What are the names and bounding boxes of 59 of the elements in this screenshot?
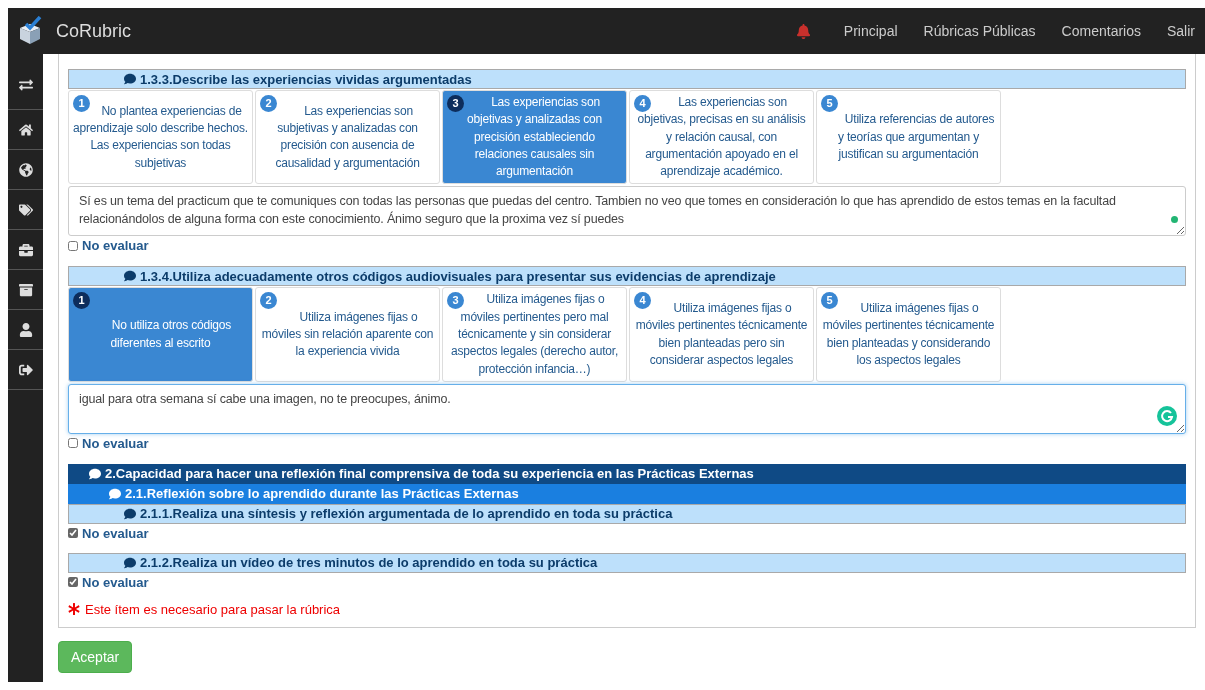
comment-icon [124,270,136,283]
comment-icon [124,507,136,520]
level-number: 1 [73,292,90,310]
logout-icon [18,362,33,377]
level-card[interactable]: 4 Las experiencias son objetivas, precisas en su análisis y relación causal, con argumentación apoyado en el aprendizaje académico. [629,90,814,185]
checkbox[interactable] [68,241,78,251]
briefcase-icon [18,242,33,257]
checkbox-label[interactable]: No evaluar [82,574,149,590]
header-title: 1.3.4.Utiliza adecuadamente otros códigos audiovisuales para presentar sus evidencias de aprendizaje [140,269,776,284]
user-icon [18,322,33,337]
header-title: 2.1.2.Realiza un vídeo de tres minutos de lo aprendido en toda su práctica [140,555,598,571]
required-note: Este ítem es necesario para pasar la rúbrica [85,601,341,617]
level-card[interactable]: 1 No utiliza otros códigos diferentes al escrito [68,287,253,382]
checkbox[interactable] [68,577,78,588]
header-title: 2.1.Reflexión sobre lo aprendido durante las Prácticas Externas [125,486,519,502]
level-card[interactable]: 4 Utiliza imágenes fijas o móviles pertinentes técnicamente bien planteadas pero sin considerar aspectos legales [629,287,814,382]
tags-icon [18,202,33,217]
checkbox-label[interactable]: No evaluar [82,525,149,541]
level-number: 3 [447,95,464,112]
header-title: 1.3.3.Describe las experiencias vividas argumentadas [140,71,472,87]
swap-icon [18,77,33,92]
level-number: 5 [821,292,838,310]
comment-icon [109,487,121,500]
checkbox-label[interactable]: No evaluar [82,238,149,254]
comment-field[interactable]: igual para otra semana sí cabe una imagen, no te preocupes, ánimo. [68,383,1186,434]
notification-bell-icon[interactable] [795,23,811,39]
logo-icon [18,16,44,46]
brand-link[interactable]: CoRubric [56,20,132,42]
nav-link[interactable]: Rúbricas Públicas [910,23,1049,39]
checkbox[interactable] [68,528,78,539]
nav-link[interactable]: Salir [1154,23,1195,39]
level-number: 1 [73,95,90,112]
level-card[interactable]: 2 Utiliza imágenes fijas o móviles sin relación aparente con la experiencia vivida [255,287,440,382]
nav-link[interactable]: Principal [830,23,911,39]
checkbox[interactable] [68,438,78,449]
level-number: 2 [260,292,277,310]
level-number: 5 [821,95,838,112]
checkbox-label[interactable]: No evaluar [82,435,149,451]
header-title: 2.1.1.Realiza una síntesis y reflexión argumentada de lo aprendido en toda su práctica [140,506,673,522]
required-icon [68,603,80,616]
level-card[interactable]: 3 Utiliza imágenes fijas o móviles pertinentes pero mal técnicamente y sin considerar aspectos legales (derecho autor, protección infancia…) [442,287,627,382]
level-card[interactable]: 5 Utiliza imágenes fijas o móviles pertinentes técnicamente bien planteadas y considerando los aspectos legales [816,287,1001,382]
level-number: 4 [634,95,651,112]
globe-icon [18,162,33,177]
archive-icon [18,282,33,297]
level-number: 4 [634,292,651,310]
level-card[interactable]: 5 Utiliza referencias de autores y teorías que argumentan y justifican su argumentación [816,90,1001,185]
comment-field[interactable]: Sí es un tema del practicum que te comuniques con todas las personas que puedas del centro. Tambien no veo que tomes en consideración lo que has aprendido de estos temas en la facultad relacionándolos de alguna forma con este conocimiento. Ánimo seguro que la proxima vez sí puedes [68,186,1186,237]
level-number: 3 [447,292,464,310]
level-card[interactable]: 1 No plantea experiencias de aprendizaje solo describe hechos. Las experiencias son todas subjetivas [68,90,253,185]
level-card[interactable]: 3 Las experiencias son objetivas y analizadas con precisión estableciendo relaciones causales sin argumentación [442,90,627,185]
comment-icon [124,73,136,85]
level-card[interactable]: 2 Las experiencias son subjetivas y analizadas con precisión con ausencia de causalidad y argumentación [255,90,440,185]
comment-icon [89,467,101,480]
header-title: 2.Capacidad para hacer una reflexión final comprensiva de toda su experiencia en las Prácticas Externas [105,466,754,482]
level-number: 2 [260,95,277,112]
comment-icon [124,556,136,569]
nav-link[interactable]: Comentarios [1048,23,1154,39]
home-icon [18,122,33,137]
